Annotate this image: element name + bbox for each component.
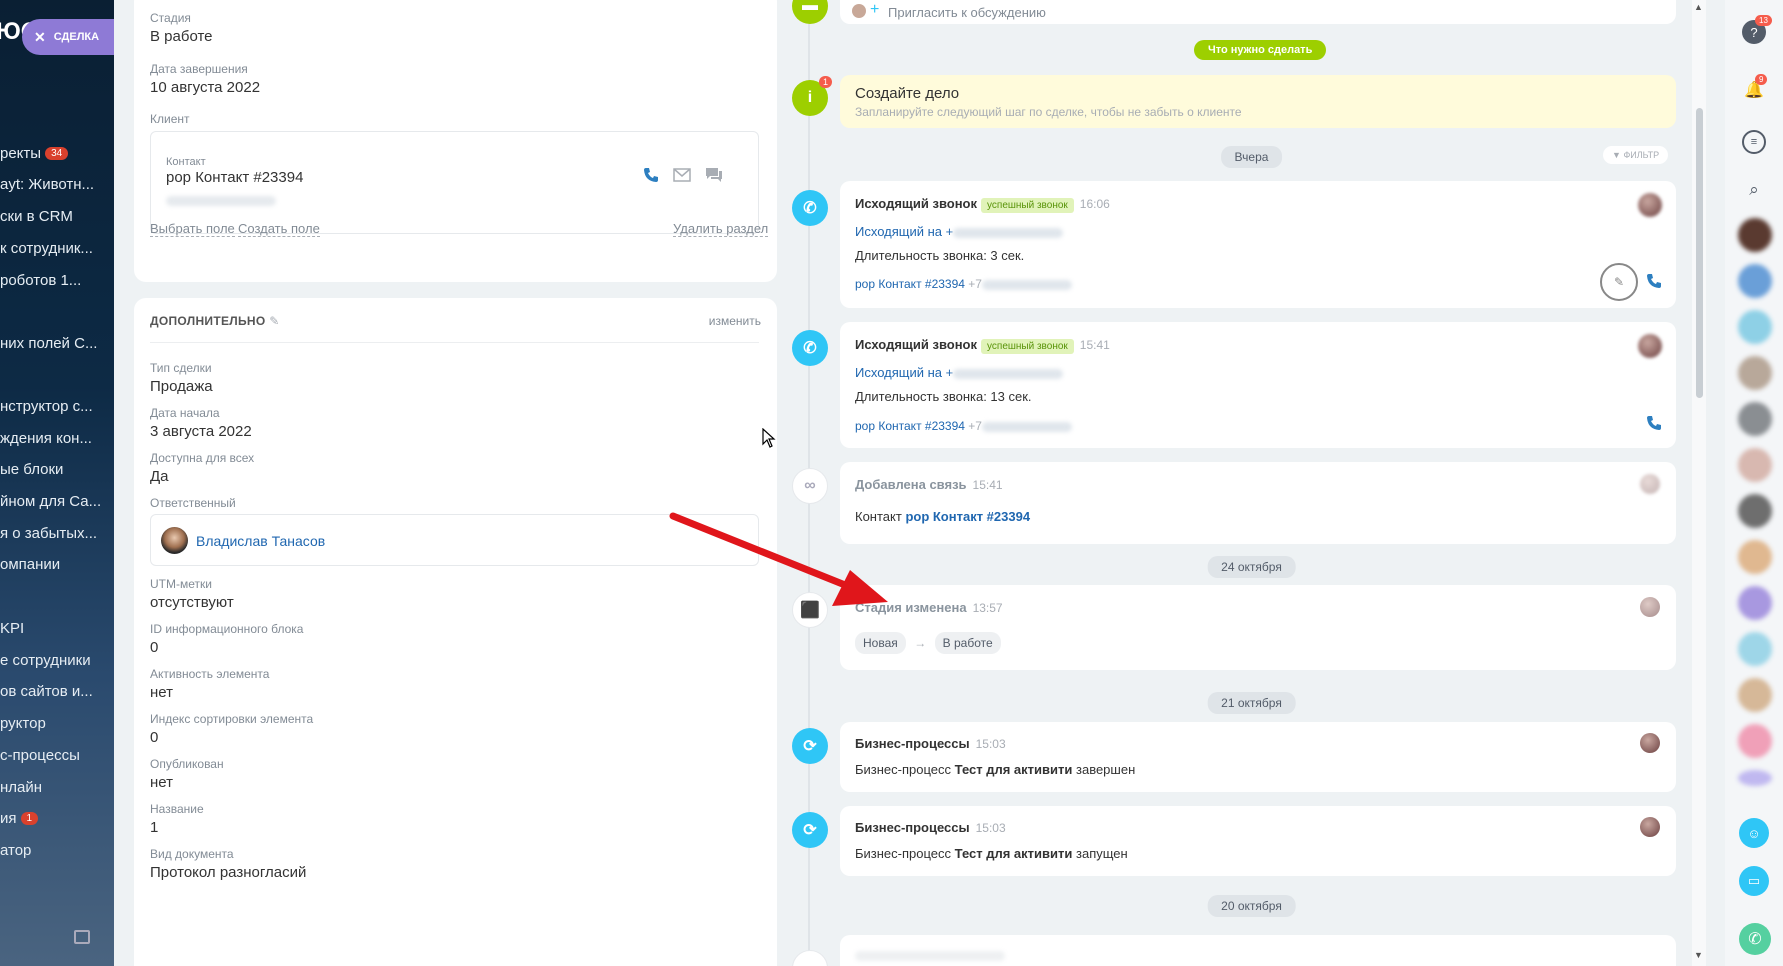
chat-icon[interactable]: ≡ <box>1742 130 1766 154</box>
avatar[interactable] <box>1738 356 1772 390</box>
device-icon[interactable]: ▭ <box>1739 866 1769 896</box>
avatar[interactable] <box>1738 218 1772 252</box>
avatar[interactable] <box>1738 310 1772 344</box>
right-sidebar: ? 13 🔔 9 ≡ ⌕ ☺ ▭ ✆ <box>1725 0 1783 966</box>
help-count-badge: 13 <box>1755 15 1772 26</box>
search-icon[interactable]: ⌕ <box>1742 178 1766 202</box>
annotation-arrow <box>669 512 888 606</box>
avatar[interactable] <box>1738 448 1772 482</box>
avatar[interactable] <box>1738 494 1772 528</box>
avatar[interactable] <box>1738 586 1772 620</box>
notification-count-badge: 9 <box>1755 74 1768 85</box>
avatar[interactable] <box>1738 678 1772 712</box>
call-button-icon[interactable]: ✆ <box>1739 923 1771 955</box>
avatar[interactable] <box>1738 540 1772 574</box>
avatar[interactable] <box>1738 724 1772 758</box>
avatar[interactable] <box>1738 632 1772 666</box>
avatar[interactable] <box>1738 770 1772 786</box>
avatar[interactable] <box>1738 402 1772 436</box>
contact-center-icon[interactable]: ☺ <box>1739 818 1769 848</box>
avatar[interactable] <box>1738 264 1772 298</box>
